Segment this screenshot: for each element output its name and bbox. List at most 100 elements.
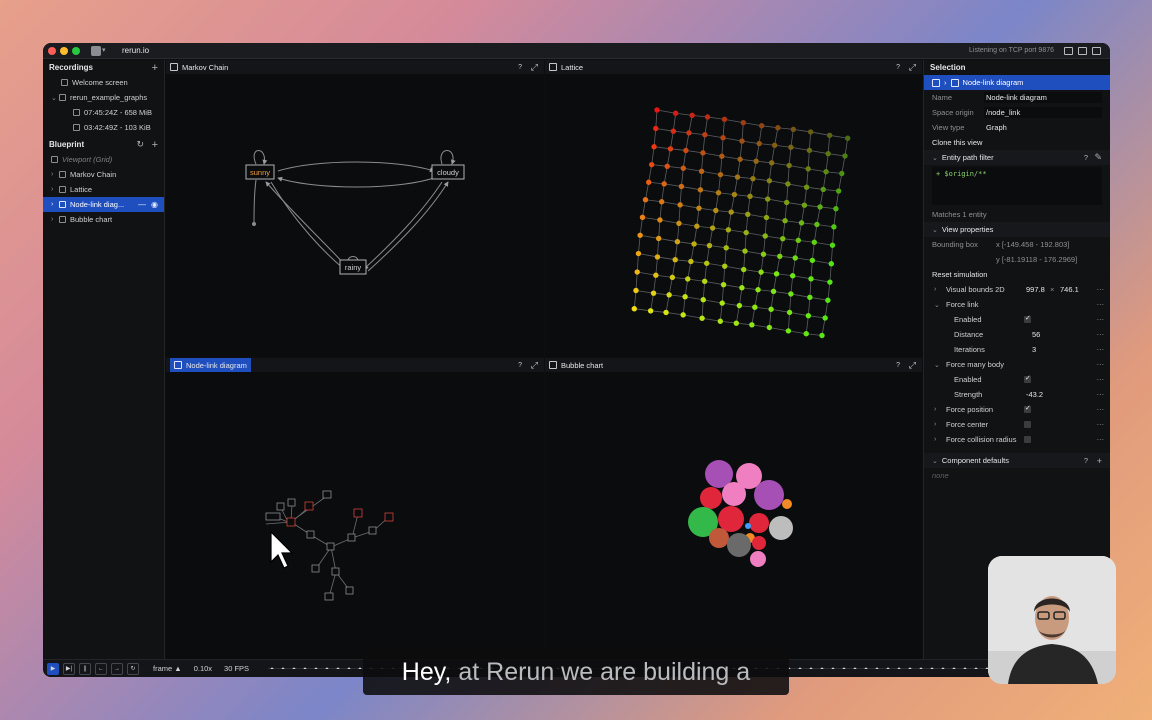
maximize-icon[interactable]: ⤢ (531, 360, 538, 371)
recording-item-2[interactable]: 03:42:49Z - 103 KiB (43, 120, 164, 135)
chevron-down-icon[interactable]: ⌄ (932, 457, 938, 465)
toggle-bottom-panel-icon[interactable] (1078, 47, 1087, 55)
more-icon[interactable]: ⋯ (1097, 435, 1105, 444)
force-many-body-row[interactable]: ⌄ Force many body ⋯ (924, 357, 1110, 372)
more-icon[interactable]: ⋯ (1097, 315, 1105, 324)
chevron-right-icon[interactable]: › (924, 421, 944, 428)
markov-chain-view[interactable]: Markov Chain ? ⤢ sunny cloudy rainy (166, 60, 544, 357)
blueprint-item-bubble[interactable]: › Bubble chart (43, 212, 164, 227)
step-next-button[interactable]: → (111, 662, 123, 675)
toggle-left-panel-icon[interactable] (1064, 47, 1073, 55)
force-center-checkbox[interactable] (1024, 421, 1031, 428)
chevron-down-icon[interactable]: ⌄ (924, 361, 944, 369)
toggle-right-panel-icon[interactable] (1092, 47, 1101, 55)
pause-button[interactable]: || (79, 662, 91, 675)
bubble-chart-view[interactable]: Bubble chart ? ⤢ (545, 358, 922, 659)
chevron-right-icon[interactable]: › (51, 201, 59, 208)
blueprint-item-lattice[interactable]: › Lattice (43, 182, 164, 197)
entity-filter-input[interactable]: + $origin/** (932, 167, 1102, 205)
help-icon[interactable]: ? (896, 362, 900, 369)
help-icon[interactable]: ? (1084, 456, 1088, 465)
viewport-item[interactable]: Viewport (Grid) (43, 152, 164, 167)
chevron-right-icon[interactable]: › (924, 436, 944, 443)
loop-button[interactable]: ↻ (127, 662, 139, 675)
lattice-view[interactable]: Lattice ? ⤢ (545, 60, 922, 357)
add-recording-icon[interactable]: + (152, 62, 158, 74)
playback-speed[interactable]: 0.10x (194, 664, 212, 673)
chevron-right-icon[interactable]: › (51, 216, 59, 223)
eye-icon[interactable]: ◉ (151, 200, 158, 209)
force-many-enabled-checkbox[interactable] (1024, 374, 1031, 383)
reset-blueprint-icon[interactable]: ↻ (136, 139, 144, 150)
force-link-row[interactable]: ⌄ Force link ⋯ (924, 297, 1110, 312)
force-collision-checkbox[interactable] (1024, 436, 1031, 443)
close-window-button[interactable] (48, 47, 56, 55)
more-icon[interactable]: ⋯ (1097, 300, 1105, 309)
chevron-down-icon[interactable]: ⌄ (932, 154, 938, 162)
chevron-down-icon[interactable]: ⌄ (924, 301, 944, 309)
recording-item-welcome[interactable]: Welcome screen (43, 75, 164, 90)
visual-bounds-row[interactable]: › Visual bounds 2D 997.8 × 746.1 ⋯ (924, 282, 1110, 297)
recording-item-1[interactable]: 07:45:24Z - 658 MiB (43, 105, 164, 120)
chevron-right-icon[interactable]: › (51, 171, 59, 178)
lattice-edge (830, 245, 833, 264)
minimize-window-button[interactable] (60, 47, 68, 55)
name-field[interactable]: Node-link diagram (984, 92, 1102, 103)
help-icon[interactable]: ? (518, 64, 522, 71)
chevron-right-icon[interactable]: › (51, 186, 59, 193)
more-icon[interactable]: ⋯ (1097, 375, 1105, 384)
more-icon[interactable]: ⋯ (1097, 345, 1105, 354)
step-back-button[interactable]: ← (95, 662, 107, 675)
distance-value[interactable]: 56 (1032, 330, 1040, 339)
view-properties-section[interactable]: ⌄ View properties (924, 222, 1110, 237)
chevron-right-icon[interactable]: › (924, 286, 944, 293)
playback-fps[interactable]: 30 FPS (224, 664, 249, 673)
blueprint-item-markov[interactable]: › Markov Chain (43, 167, 164, 182)
more-icon[interactable]: ⋯ (1097, 420, 1105, 429)
blueprint-item-nodelink[interactable]: › Node-link diag... — ◉ (43, 197, 164, 212)
recording-item-app[interactable]: ⌄ rerun_example_graphs (43, 90, 164, 105)
more-icon[interactable]: ⋯ (1097, 285, 1105, 294)
active-view-tab[interactable]: Node-link diagram (170, 358, 251, 372)
chevron-down-icon[interactable]: ▾ (102, 46, 106, 54)
help-icon[interactable]: ? (896, 64, 900, 71)
node-link-view[interactable]: Node-link diagram ? ⤢ (166, 358, 544, 659)
strength-value[interactable]: -43.2 (1026, 390, 1043, 399)
force-position-checkbox[interactable] (1024, 404, 1031, 413)
help-icon[interactable]: ? (518, 362, 522, 369)
timeline-selector[interactable]: frame ▲ (153, 664, 182, 673)
chevron-down-icon[interactable]: ⌄ (932, 226, 938, 234)
space-origin-field[interactable]: /node_link (984, 107, 1102, 118)
lattice-edge (677, 223, 680, 242)
chevron-down-icon[interactable]: ⌄ (51, 94, 59, 102)
selected-item[interactable]: › Node-link diagram (924, 75, 1110, 90)
entity-filter-section[interactable]: ⌄ Entity path filter ? ✎ (924, 150, 1110, 165)
maximize-icon[interactable]: ⤢ (909, 62, 916, 73)
maximize-icon[interactable]: ⤢ (531, 62, 538, 73)
add-icon[interactable]: + (1097, 456, 1102, 466)
more-icon[interactable]: ⋯ (1097, 360, 1105, 369)
lattice-edge (805, 315, 809, 334)
force-collision-row[interactable]: › Force collision radius ⋯ (924, 432, 1110, 447)
iterations-value[interactable]: 3 (1032, 345, 1036, 354)
chevron-right-icon[interactable]: › (924, 406, 944, 413)
force-position-row[interactable]: › Force position ⋯ (924, 402, 1110, 417)
more-icon[interactable]: ⋯ (1097, 405, 1105, 414)
maximize-icon[interactable]: ⤢ (909, 360, 916, 371)
help-icon[interactable]: ? (1084, 153, 1088, 162)
lattice-node (733, 320, 740, 326)
zoom-window-button[interactable] (72, 47, 80, 55)
edit-pencil-icon[interactable]: ✎ (1094, 152, 1102, 163)
step-forward-button[interactable]: ▶| (63, 662, 75, 675)
more-icon[interactable]: ⋯ (1097, 390, 1105, 399)
component-defaults-section[interactable]: ⌄ Component defaults ? + (924, 453, 1110, 468)
add-view-icon[interactable]: + (152, 139, 158, 151)
more-icon[interactable]: ⋯ (1097, 330, 1105, 339)
force-link-enabled-checkbox[interactable] (1024, 314, 1031, 323)
play-button[interactable]: ▶ (47, 662, 59, 675)
clone-view-button[interactable]: Clone this view (924, 135, 1110, 150)
force-center-row[interactable]: › Force center ⋯ (924, 417, 1110, 432)
reset-simulation-button[interactable]: Reset simulation (924, 267, 1110, 282)
remove-icon[interactable]: — (138, 200, 146, 209)
rerun-logo-icon[interactable] (91, 46, 101, 56)
